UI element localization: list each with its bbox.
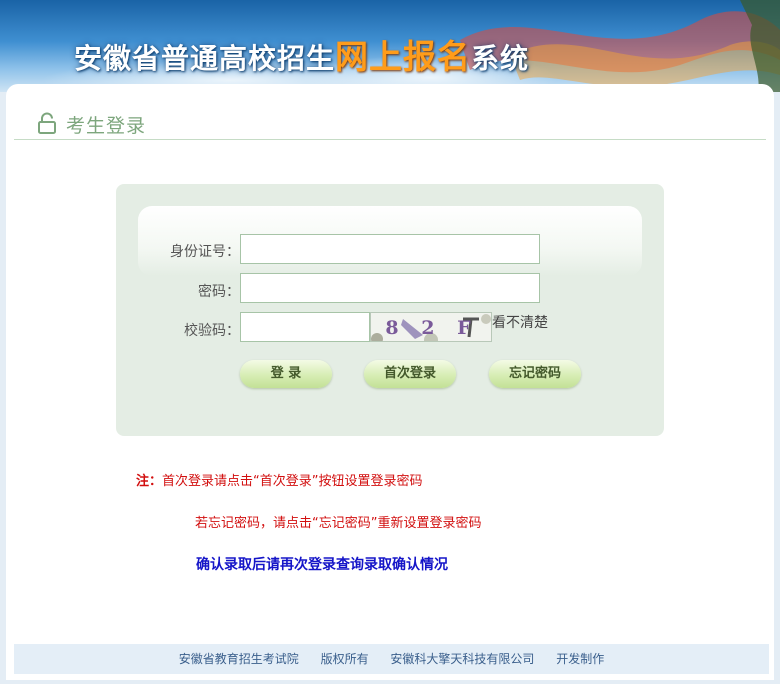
footer-made: 开发制作	[556, 652, 605, 666]
header-banner: 安徽省普通高校招生网上报名系统	[0, 0, 780, 92]
forgot-password-button[interactable]: 忘记密码	[489, 360, 581, 388]
note-text: 首次登录请点击“首次登录”按钮设置登录密码	[162, 474, 423, 489]
captcha-image[interactable]: 8 2 F	[370, 312, 492, 342]
login-form: 身份证号： 密码： 校验码： 8 2 F 看不清楚 登 录 首次登录 忘记密码	[116, 184, 664, 436]
password-input[interactable]	[240, 273, 540, 303]
main-card: 考生登录 身份证号： 密码： 校验码： 8 2 F 看不清楚 登 录 首次登录 …	[6, 84, 774, 680]
id-number-input[interactable]	[240, 234, 540, 264]
footer-org: 安徽省教育招生考试院	[178, 652, 299, 666]
footer-company: 安徽科大擎天科技有限公司	[390, 652, 535, 666]
lock-icon	[38, 112, 56, 134]
id-number-label: 身份证号：	[170, 244, 240, 260]
first-login-button[interactable]: 首次登录	[364, 360, 456, 388]
footer: 安徽省教育招生考试院 版权所有 安徽科大擎天科技有限公司 开发制作	[14, 644, 769, 674]
section-title: 考生登录	[66, 115, 147, 137]
captcha-label: 校验码：	[184, 323, 240, 339]
system-title: 安徽省普通高校招生网上报名系统	[74, 30, 529, 78]
captcha-input[interactable]	[240, 312, 370, 342]
footer-rights: 版权所有	[320, 652, 369, 666]
note-prefix: 注：	[136, 474, 163, 489]
password-label: 密码：	[198, 284, 240, 300]
captcha-refresh-link[interactable]: 看不清楚	[492, 312, 548, 332]
note-first-login: 注：首次登录请点击“首次登录”按钮设置登录密码	[136, 470, 423, 489]
title-text: 安徽省普通高校招生	[74, 42, 336, 75]
section-header: 考生登录	[14, 106, 766, 140]
note-forgot-password: 若忘记密码，请点击“忘记密码”重新设置登录密码	[195, 516, 482, 531]
login-button[interactable]: 登 录	[240, 360, 332, 388]
title-highlight: 网上报名	[335, 37, 472, 76]
note-admission-confirm: 确认录取后请再次登录查询录取确认情况	[196, 557, 448, 573]
captcha-text: 8 2 F	[385, 317, 479, 339]
title-text-suffix: 系统	[471, 42, 530, 75]
